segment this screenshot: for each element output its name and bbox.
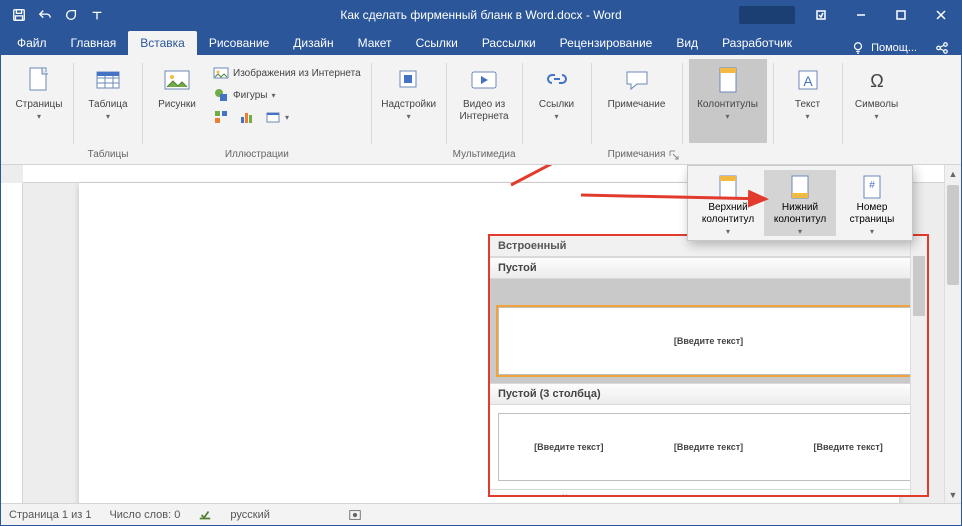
undo-button[interactable] [33, 3, 57, 27]
video-icon [469, 65, 499, 95]
addins-button[interactable]: Надстройки▾ [378, 59, 440, 143]
tab-design[interactable]: Дизайн [281, 31, 345, 55]
tab-insert[interactable]: Вставка [128, 31, 197, 55]
tab-draw[interactable]: Рисование [197, 31, 281, 55]
header-icon [713, 174, 743, 200]
online-pictures-icon [213, 65, 229, 81]
tab-review[interactable]: Рецензирование [548, 31, 665, 55]
minimize-button[interactable] [841, 1, 881, 29]
links-button[interactable]: Ссылки▾ [529, 59, 585, 143]
pictures-button[interactable]: Рисунки [149, 59, 205, 143]
comment-icon [622, 65, 652, 95]
pages-button[interactable]: Страницы▾ [11, 59, 67, 143]
scroll-up-arrow[interactable]: ▲ [945, 165, 961, 182]
gallery-group-blank: Пустой [490, 257, 927, 279]
group-headerfooter: Колонтитулы▾ [683, 59, 773, 164]
status-spellcheck[interactable] [198, 508, 212, 522]
header-footer-button[interactable]: Колонтитулы▾ [689, 59, 767, 143]
tab-layout[interactable]: Макет [346, 31, 404, 55]
link-icon [542, 65, 572, 95]
vertical-ruler[interactable] [1, 183, 23, 503]
qat-customize-button[interactable] [85, 3, 109, 27]
svg-text:A: A [803, 73, 813, 89]
comment-button[interactable]: Примечание [598, 59, 676, 143]
share-icon[interactable] [935, 41, 949, 55]
svg-text:Ω: Ω [870, 71, 883, 91]
gallery-item-3col[interactable]: [Введите текст] [Введите текст] [Введите… [490, 405, 927, 489]
gallery-group-3col: Пустой (3 столбца) [490, 383, 927, 405]
omega-icon: Ω [862, 65, 892, 95]
maximize-button[interactable] [881, 1, 921, 29]
page-number-icon: # [857, 174, 887, 200]
smartart-icon [213, 109, 229, 125]
footer-button[interactable]: Нижний колонтитул▾ [764, 170, 836, 236]
picture-icon [162, 65, 192, 95]
addins-icon [394, 65, 424, 95]
status-macro[interactable] [348, 508, 362, 522]
comments-launcher[interactable] [668, 149, 680, 161]
quick-access-toolbar [1, 3, 115, 27]
group-comments: Примечание Примечания [592, 59, 682, 164]
footer-gallery: Встроенный Пустой [Введите текст] Пустой… [488, 234, 929, 497]
group-links: Ссылки▾ [523, 59, 591, 164]
group-pages: Страницы▾ [5, 59, 73, 164]
page-icon [24, 65, 54, 95]
footer-icon [785, 174, 815, 200]
header-footer-icon [713, 65, 743, 95]
screenshot-icon [265, 109, 281, 125]
vertical-scrollbar[interactable]: ▲ ▼ [944, 165, 961, 503]
tab-mailings[interactable]: Рассылки [470, 31, 548, 55]
tab-references[interactable]: Ссылки [404, 31, 470, 55]
online-video-button[interactable]: Видео из Интернета [453, 59, 515, 143]
tell-me-input[interactable]: Помощ... [871, 42, 917, 54]
save-button[interactable] [7, 3, 31, 27]
ribbon-options-button[interactable] [801, 1, 841, 29]
symbols-button[interactable]: Ω Символы▾ [849, 59, 905, 143]
table-button[interactable]: Таблица▾ [80, 59, 136, 143]
gallery-item-blank[interactable]: [Введите текст] [490, 279, 927, 383]
scroll-thumb[interactable] [947, 185, 959, 285]
tab-view[interactable]: Вид [664, 31, 710, 55]
status-language[interactable]: русский [230, 509, 269, 521]
tell-me-icon [851, 41, 865, 55]
page-number-button[interactable]: # Номер страницы▾ [836, 170, 908, 236]
shapes-button[interactable]: Фигуры ▾ [209, 85, 365, 105]
group-addins: Надстройки▾ [372, 59, 446, 164]
tab-file[interactable]: Файл [5, 31, 59, 55]
group-tables: Таблица▾ Таблицы [74, 59, 142, 164]
chart-button[interactable] [235, 107, 259, 127]
status-bar: Страница 1 из 1 Число слов: 0 русский [1, 503, 961, 525]
tab-developer[interactable]: Разработчик [710, 31, 804, 55]
group-symbols: Ω Символы▾ [843, 59, 911, 164]
ribbon: Страницы▾ Таблица▾ Таблицы Рисунки [1, 55, 961, 165]
header-footer-submenu: Верхний колонтитул▾ Нижний колонтитул▾ #… [687, 165, 913, 241]
ribbon-tabs: Файл Главная Вставка Рисование Дизайн Ма… [1, 29, 961, 55]
group-illustrations: Рисунки Изображения из Интернета Фигуры … [143, 59, 371, 164]
chart-icon [239, 109, 255, 125]
smartart-button[interactable] [209, 107, 233, 127]
document-area: ▲ ▼ Верхний колонтитул▾ Нижний колонтиту… [1, 165, 961, 503]
status-page[interactable]: Страница 1 из 1 [9, 509, 91, 521]
redo-button[interactable] [59, 3, 83, 27]
text-button[interactable]: A Текст▾ [780, 59, 836, 143]
title-bar: Как сделать фирменный бланк в Word.docx … [1, 1, 961, 29]
account-badge[interactable] [739, 6, 795, 24]
header-button[interactable]: Верхний колонтитул▾ [692, 170, 764, 236]
gallery-group-ion: Ion (светлый) [490, 489, 927, 497]
table-icon [93, 65, 123, 95]
screenshot-button[interactable]: ▾ [261, 107, 293, 127]
shapes-icon [213, 87, 229, 103]
group-text: A Текст▾ [774, 59, 842, 164]
status-word-count[interactable]: Число слов: 0 [109, 509, 180, 521]
svg-text:#: # [869, 180, 875, 191]
online-pictures-button[interactable]: Изображения из Интернета [209, 63, 365, 83]
close-button[interactable] [921, 1, 961, 29]
text-icon: A [793, 65, 823, 95]
gallery-scrollbar[interactable] [910, 236, 927, 495]
tab-home[interactable]: Главная [59, 31, 129, 55]
scroll-down-arrow[interactable]: ▼ [945, 486, 961, 503]
document-title: Как сделать фирменный бланк в Word.docx … [340, 8, 621, 22]
group-media: Видео из Интернета Мультимедиа [447, 59, 522, 164]
